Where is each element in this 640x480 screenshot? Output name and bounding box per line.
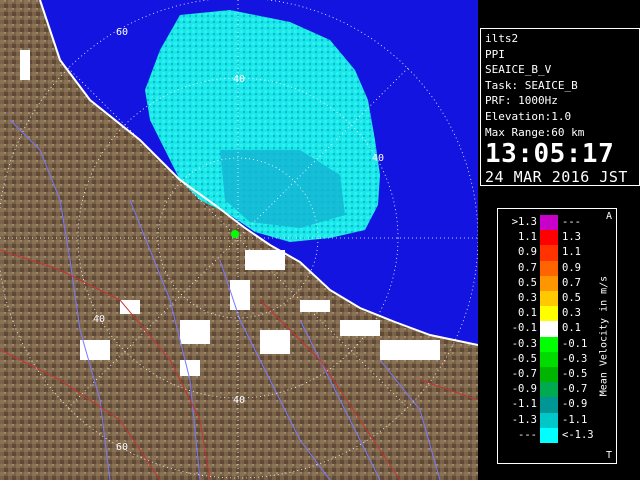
legend-row-lower-bound: 0.7 — [518, 261, 537, 274]
legend-row-upper-bound: -0.1 — [562, 337, 588, 350]
legend-row-lower-bound: -0.5 — [511, 352, 537, 365]
legend-row: 0.5 0.7 — [498, 275, 598, 291]
legend-row-lower-bound: -0.7 — [511, 368, 537, 380]
legend-row: -0.5 -0.3 — [498, 351, 598, 367]
legend-row-lower-bound: 0.9 — [518, 246, 537, 259]
range-label-60-top: 60 — [116, 27, 129, 38]
legend-row-lower-bound: -1.3 — [511, 413, 537, 426]
legend-row-upper-bound: 0.3 — [562, 307, 581, 320]
legend-row: -1.1 -0.9 — [498, 397, 598, 413]
range-label-40-bottom: 40 — [233, 395, 246, 406]
legend-row: 0.1 0.3 — [498, 306, 598, 322]
legend-row: -0.3 -0.1 — [498, 336, 598, 352]
legend-row: -0.7 -0.5 — [498, 367, 598, 383]
radar-site-name: ilts2 — [485, 32, 519, 45]
legend-row-upper-bound: 0.7 — [562, 276, 581, 289]
legend-bottom-mark: T — [605, 450, 612, 461]
legend-color-swatch — [540, 260, 558, 276]
radar-site-marker — [231, 230, 239, 238]
legend-row-lower-bound: 0.1 — [518, 307, 537, 320]
legend-row: --- <-1.3 — [498, 427, 598, 443]
legend-row-lower-bound: -0.9 — [511, 383, 537, 396]
legend-row-upper-bound: 0.1 — [562, 322, 581, 335]
legend-color-swatch — [540, 336, 558, 352]
legend-row: 1.1 1.3 — [498, 230, 598, 246]
legend-row-upper-bound: 1.1 — [562, 246, 581, 259]
legend-color-swatch — [540, 306, 558, 322]
legend-row-lower-bound: --- — [518, 428, 537, 441]
scan-time: 13:05:17 — [485, 139, 615, 170]
radar-map[interactable] — [0, 0, 478, 480]
legend-row-upper-bound: -0.5 — [562, 368, 588, 380]
legend-row-lower-bound: 0.3 — [518, 292, 537, 304]
legend-row-lower-bound: 1.1 — [518, 231, 537, 244]
legend-row-upper-bound: 0.5 — [562, 292, 581, 304]
legend-row-upper-bound: --- — [562, 216, 581, 228]
legend-row: -1.3 -1.1 — [498, 412, 598, 428]
scan-date: 24 MAR 2016 JST — [485, 168, 628, 187]
legend-row-upper-bound: -1.1 — [562, 413, 588, 426]
legend-row-lower-bound: >1.3 — [511, 216, 537, 228]
legend-color-swatch — [540, 230, 558, 246]
task-name: Task: SEAICE_B — [485, 78, 578, 92]
legend-title: Mean Velocity in m/s — [594, 231, 614, 441]
product-name: SEAICE_B_V — [485, 63, 552, 77]
legend-color-swatch — [540, 321, 558, 337]
legend-row-lower-bound: -0.1 — [511, 322, 537, 335]
scan-mode: PPI — [485, 47, 505, 61]
legend-row: 0.7 0.9 — [498, 260, 598, 276]
legend-row-upper-bound: -0.7 — [562, 383, 588, 396]
prf-value: PRF: 1000Hz — [485, 94, 558, 108]
legend-title-text: Mean Velocity in m/s — [598, 275, 610, 397]
legend-row-upper-bound: -0.9 — [562, 398, 588, 411]
legend-row-upper-bound: 0.9 — [562, 261, 581, 274]
legend-row: -0.1 0.1 — [498, 321, 598, 337]
velocity-legend: >1.3 --- 1.1 1.3 0.9 1.1 0.7 0.9 0.5 0.7 0.3 0.5 0.1… — [497, 208, 617, 464]
legend-row: 0.3 0.5 — [498, 291, 598, 307]
legend-top-mark: A — [605, 211, 612, 222]
legend-row: -0.9 -0.7 — [498, 382, 598, 398]
legend-color-swatch — [540, 351, 558, 367]
range-label-40-right: 40 — [372, 153, 385, 164]
legend-row: >1.3 --- — [498, 215, 598, 231]
legend-color-swatch — [540, 245, 558, 261]
range-label-40-left: 40 — [93, 314, 106, 325]
max-range-value: Max Range:60 km — [485, 125, 585, 139]
legend-color-swatch — [540, 397, 558, 413]
legend-row-lower-bound: -1.1 — [511, 398, 537, 411]
radar-ppi-display[interactable]: 60 40 40 40 40 60 — [0, 0, 478, 480]
legend-row-upper-bound: 1.3 — [562, 231, 581, 244]
legend-row-upper-bound: <-1.3 — [562, 428, 594, 441]
legend-color-swatch — [540, 367, 558, 383]
range-label-60-bottom: 60 — [116, 442, 129, 453]
legend-row-lower-bound: 0.5 — [518, 276, 537, 289]
legend-color-swatch — [540, 382, 558, 398]
elevation-value: Elevation:1.0 — [485, 109, 572, 123]
legend-color-swatch — [540, 275, 558, 291]
legend-color-swatch — [540, 412, 558, 428]
legend-color-swatch — [540, 291, 558, 307]
legend-color-swatch — [540, 427, 558, 443]
legend-row-upper-bound: -0.3 — [562, 352, 588, 365]
legend-row-lower-bound: -0.3 — [511, 337, 537, 350]
legend-color-swatch — [540, 215, 558, 231]
info-panel: ilts2 PPI SEAICE_B_V Task: SEAICE_B PRF:… — [480, 28, 640, 186]
range-label-40-top: 40 — [233, 74, 246, 85]
legend-row: 0.9 1.1 — [498, 245, 598, 261]
